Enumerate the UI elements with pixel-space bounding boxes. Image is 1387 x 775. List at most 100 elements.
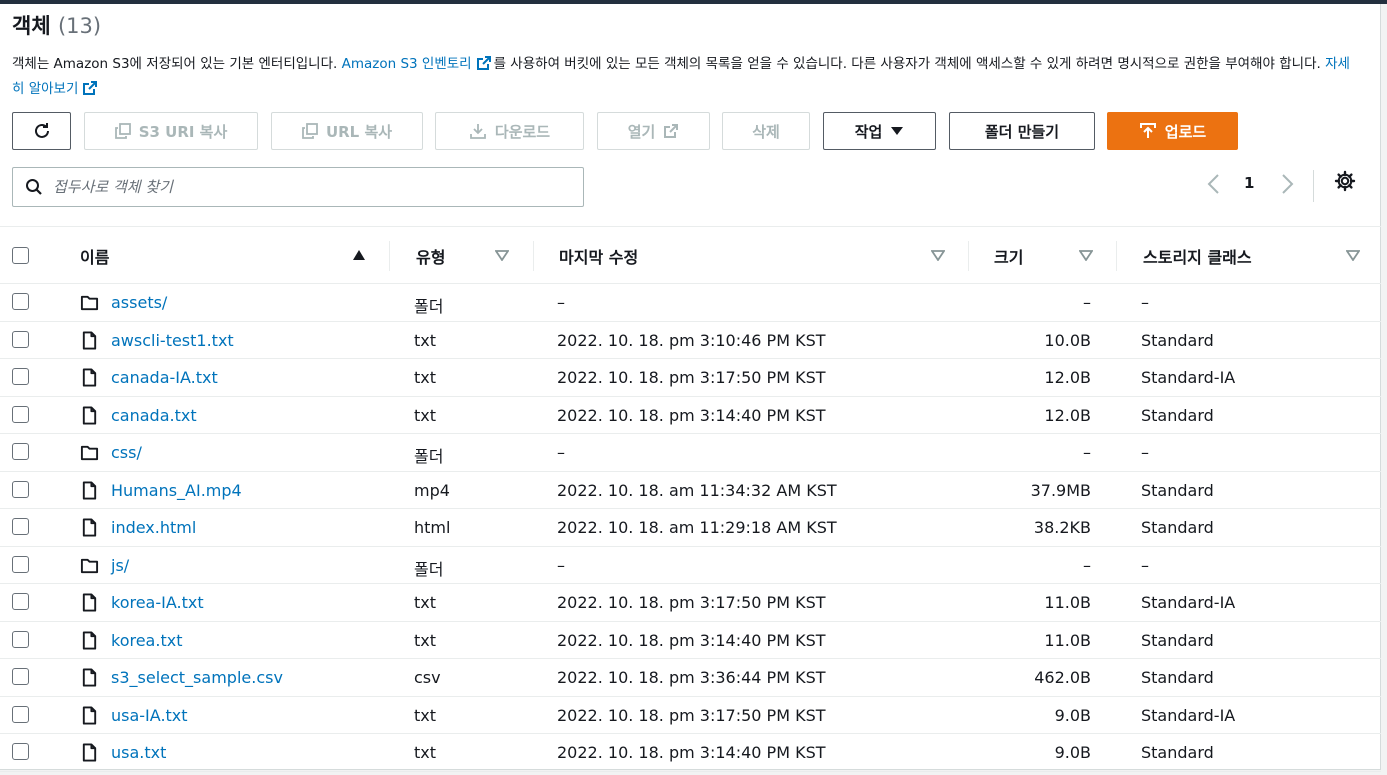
table-row[interactable]: korea.txt txt 2022. 10. 18. pm 3:14:40 PM … xyxy=(0,622,1381,659)
object-storage-class: Standard xyxy=(1141,480,1214,500)
column-divider xyxy=(389,241,390,271)
object-name-link[interactable]: assets/ xyxy=(111,293,167,312)
object-name-link[interactable]: css/ xyxy=(111,443,142,462)
table-row[interactable]: assets/폴더 – – – xyxy=(0,284,1381,322)
row-checkbox[interactable] xyxy=(12,555,29,573)
column-header-modified[interactable]: 마지막 수정 xyxy=(559,244,638,268)
object-type: txt xyxy=(414,593,437,612)
page-title: 객체 (13) xyxy=(12,10,101,40)
refresh-button[interactable] xyxy=(12,112,71,150)
row-checkbox[interactable] xyxy=(12,668,29,685)
object-name-link[interactable]: js/ xyxy=(111,556,129,575)
objects-table: 이름 유형 마지막 수정 크기 스토리지 클래스 assets/폴더 – – – aws… xyxy=(0,226,1381,772)
table-row[interactable]: canada-IA.txt txt 2022. 10. 18. pm 3:17:50… xyxy=(0,359,1381,397)
table-row[interactable]: js/폴더 – – – xyxy=(0,547,1381,584)
copy-icon xyxy=(114,123,131,139)
object-name-link[interactable]: awscli-test1.txt xyxy=(111,331,234,350)
object-type: txt xyxy=(414,368,437,387)
external-link-icon xyxy=(476,56,491,70)
object-type: csv xyxy=(414,668,441,687)
delete-button[interactable]: 삭제 xyxy=(722,112,810,150)
column-divider xyxy=(968,241,969,271)
folder-icon xyxy=(80,293,99,312)
actions-dropdown[interactable]: 작업 xyxy=(823,112,936,150)
object-type: 폴더 xyxy=(414,559,444,579)
column-header-size[interactable]: 크기 xyxy=(994,244,1023,268)
object-name-link[interactable]: usa.txt xyxy=(111,743,166,762)
download-label: 다운로드 xyxy=(494,122,551,141)
row-checkbox[interactable] xyxy=(12,593,29,610)
object-name-link[interactable]: canada.txt xyxy=(111,406,197,425)
object-name-link[interactable]: s3_select_sample.csv xyxy=(111,668,283,687)
table-row[interactable]: Humans_AI.mp4 mp4 2022. 10. 18. am 11:34:3… xyxy=(0,472,1381,509)
file-icon xyxy=(80,705,99,725)
object-count: (13) xyxy=(57,14,102,38)
column-header-type[interactable]: 유형 xyxy=(416,244,445,268)
object-storage-class: – xyxy=(1141,293,1149,312)
table-row[interactable]: usa-IA.txt txt 2022. 10. 18. pm 3:17:50 PM… xyxy=(0,697,1381,734)
download-icon xyxy=(469,124,486,139)
object-type: mp4 xyxy=(414,480,450,500)
column-divider xyxy=(533,241,534,271)
previous-page-icon[interactable] xyxy=(1204,172,1224,196)
table-row[interactable]: s3_select_sample.csv csv 2022. 10. 18. pm … xyxy=(0,659,1381,697)
object-last-modified: 2022. 10. 18. pm 3:14:40 PM KST xyxy=(557,405,826,425)
row-checkbox[interactable] xyxy=(12,330,29,348)
object-storage-class: Standard xyxy=(1141,405,1214,425)
search-input[interactable] xyxy=(53,178,553,196)
inventory-link[interactable]: Amazon S3 인벤토리 xyxy=(342,56,472,72)
sort-caret-icon[interactable] xyxy=(495,249,509,261)
row-checkbox[interactable] xyxy=(12,443,29,460)
upload-button[interactable]: 업로드 xyxy=(1107,112,1238,150)
download-button[interactable]: 다운로드 xyxy=(435,112,584,150)
copy-url-button[interactable]: URL 복사 xyxy=(271,112,423,150)
object-name-link[interactable]: index.html xyxy=(111,518,196,537)
row-checkbox[interactable] xyxy=(12,368,29,385)
object-name-link[interactable]: canada-IA.txt xyxy=(111,368,218,387)
column-header-name[interactable]: 이름 xyxy=(80,244,109,268)
object-name-link[interactable]: usa-IA.txt xyxy=(111,706,188,725)
table-row[interactable]: usa.txt txt 2022. 10. 18. pm 3:14:40 PM KS… xyxy=(0,734,1381,772)
table-row[interactable]: awscli-test1.txt txt 2022. 10. 18. pm 3:10… xyxy=(0,322,1381,359)
copy-s3-uri-button[interactable]: S3 URI 복사 xyxy=(84,112,258,150)
object-last-modified: 2022. 10. 18. am 11:29:18 AM KST xyxy=(557,518,837,537)
object-name-link[interactable]: korea.txt xyxy=(111,631,182,650)
sort-caret-icon[interactable] xyxy=(1079,249,1093,261)
table-row[interactable]: css/폴더 – – – xyxy=(0,434,1381,472)
table-row[interactable]: korea-IA.txt txt 2022. 10. 18. pm 3:17:50 … xyxy=(0,584,1381,622)
column-header-storage-class[interactable]: 스토리지 클래스 xyxy=(1143,244,1252,268)
row-checkbox[interactable] xyxy=(12,630,29,648)
sort-caret-icon[interactable] xyxy=(1346,249,1360,261)
copy-icon xyxy=(302,123,318,139)
table-row[interactable]: index.html html 2022. 10. 18. am 11:29:18 … xyxy=(0,509,1381,547)
object-name-link[interactable]: Humans_AI.mp4 xyxy=(111,481,242,500)
open-button[interactable]: 열기 xyxy=(597,112,710,150)
object-last-modified: 2022. 10. 18. pm 3:14:40 PM KST xyxy=(557,743,826,762)
row-checkbox[interactable] xyxy=(12,705,29,723)
next-page-icon[interactable] xyxy=(1277,172,1297,196)
current-page-number[interactable]: 1 xyxy=(1244,174,1254,192)
row-checkbox[interactable] xyxy=(12,518,29,535)
object-last-modified: – xyxy=(557,555,565,575)
object-size: 462.0B xyxy=(1034,668,1091,687)
sort-ascending-icon[interactable] xyxy=(352,249,366,261)
object-type: txt xyxy=(414,630,437,650)
gear-icon[interactable] xyxy=(1334,170,1356,192)
select-all-checkbox[interactable] xyxy=(12,247,29,264)
row-checkbox[interactable] xyxy=(12,405,29,423)
row-checkbox[interactable] xyxy=(12,293,29,310)
object-last-modified: 2022. 10. 18. pm 3:10:46 PM KST xyxy=(557,330,826,350)
create-folder-button[interactable]: 폴더 만들기 xyxy=(949,112,1095,150)
object-size: 11.0B xyxy=(1044,630,1091,650)
description-text-2: 를 사용하여 버킷에 있는 모든 객체의 목록을 얻을 수 있습니다. 다른 사… xyxy=(493,56,1326,72)
object-storage-class: Standard-IA xyxy=(1141,368,1236,387)
row-checkbox[interactable] xyxy=(12,743,29,760)
object-type: html xyxy=(414,518,451,537)
table-row[interactable]: canada.txt txt 2022. 10. 18. pm 3:14:40 PM… xyxy=(0,397,1381,434)
object-name-link[interactable]: korea-IA.txt xyxy=(111,593,204,612)
object-size: 12.0B xyxy=(1044,405,1091,425)
sort-caret-icon[interactable] xyxy=(931,249,945,261)
refresh-icon xyxy=(34,123,49,138)
row-checkbox[interactable] xyxy=(12,480,29,498)
object-last-modified: 2022. 10. 18. pm 3:17:50 PM KST xyxy=(557,705,826,725)
